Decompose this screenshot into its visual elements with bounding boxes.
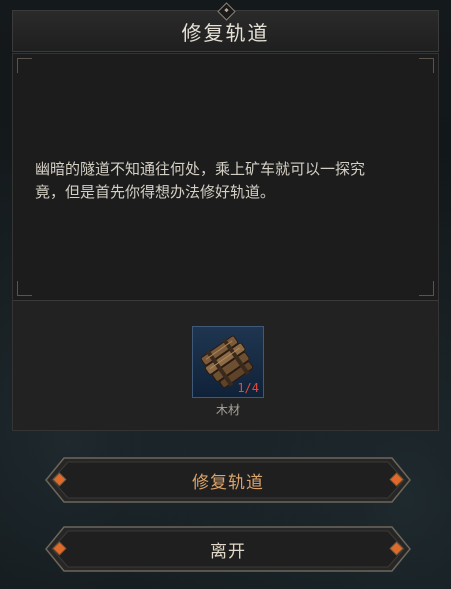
item-slot-wood[interactable]: 1/4 (192, 326, 264, 398)
leave-button[interactable]: 离开 (44, 525, 412, 573)
description-line-2: 竟，但是首先你得想办法修好轨道。 (35, 183, 276, 201)
corner-ornament-icon (419, 58, 434, 73)
dialog-title-bar: 修复轨道 (12, 2, 439, 52)
corner-ornament-icon (17, 281, 32, 296)
required-items-area: 1/4 木材 (13, 301, 438, 430)
dialog-panel: 幽暗的隧道不知通往何处，乘上矿车就可以一探究 竟，但是首先你得想办法修好轨道。 … (12, 53, 439, 431)
leave-button-label: 离开 (210, 541, 246, 562)
description-line-1: 幽暗的隧道不知通往何处，乘上矿车就可以一探究 (35, 160, 366, 178)
dialog-title: 修复轨道 (181, 20, 270, 45)
repair-track-button[interactable]: 修复轨道 (44, 456, 412, 504)
corner-ornament-icon (419, 281, 434, 296)
dialog-description: 幽暗的隧道不知通往何处，乘上矿车就可以一探究 竟，但是首先你得想办法修好轨道。 (35, 158, 420, 204)
description-area: 幽暗的隧道不知通往何处，乘上矿车就可以一探究 竟，但是首先你得想办法修好轨道。 (13, 54, 438, 301)
repair-track-button-label: 修复轨道 (192, 472, 264, 493)
item-name: 木材 (215, 403, 240, 417)
corner-ornament-icon (17, 58, 32, 73)
item-count: 1/4 (237, 381, 259, 395)
